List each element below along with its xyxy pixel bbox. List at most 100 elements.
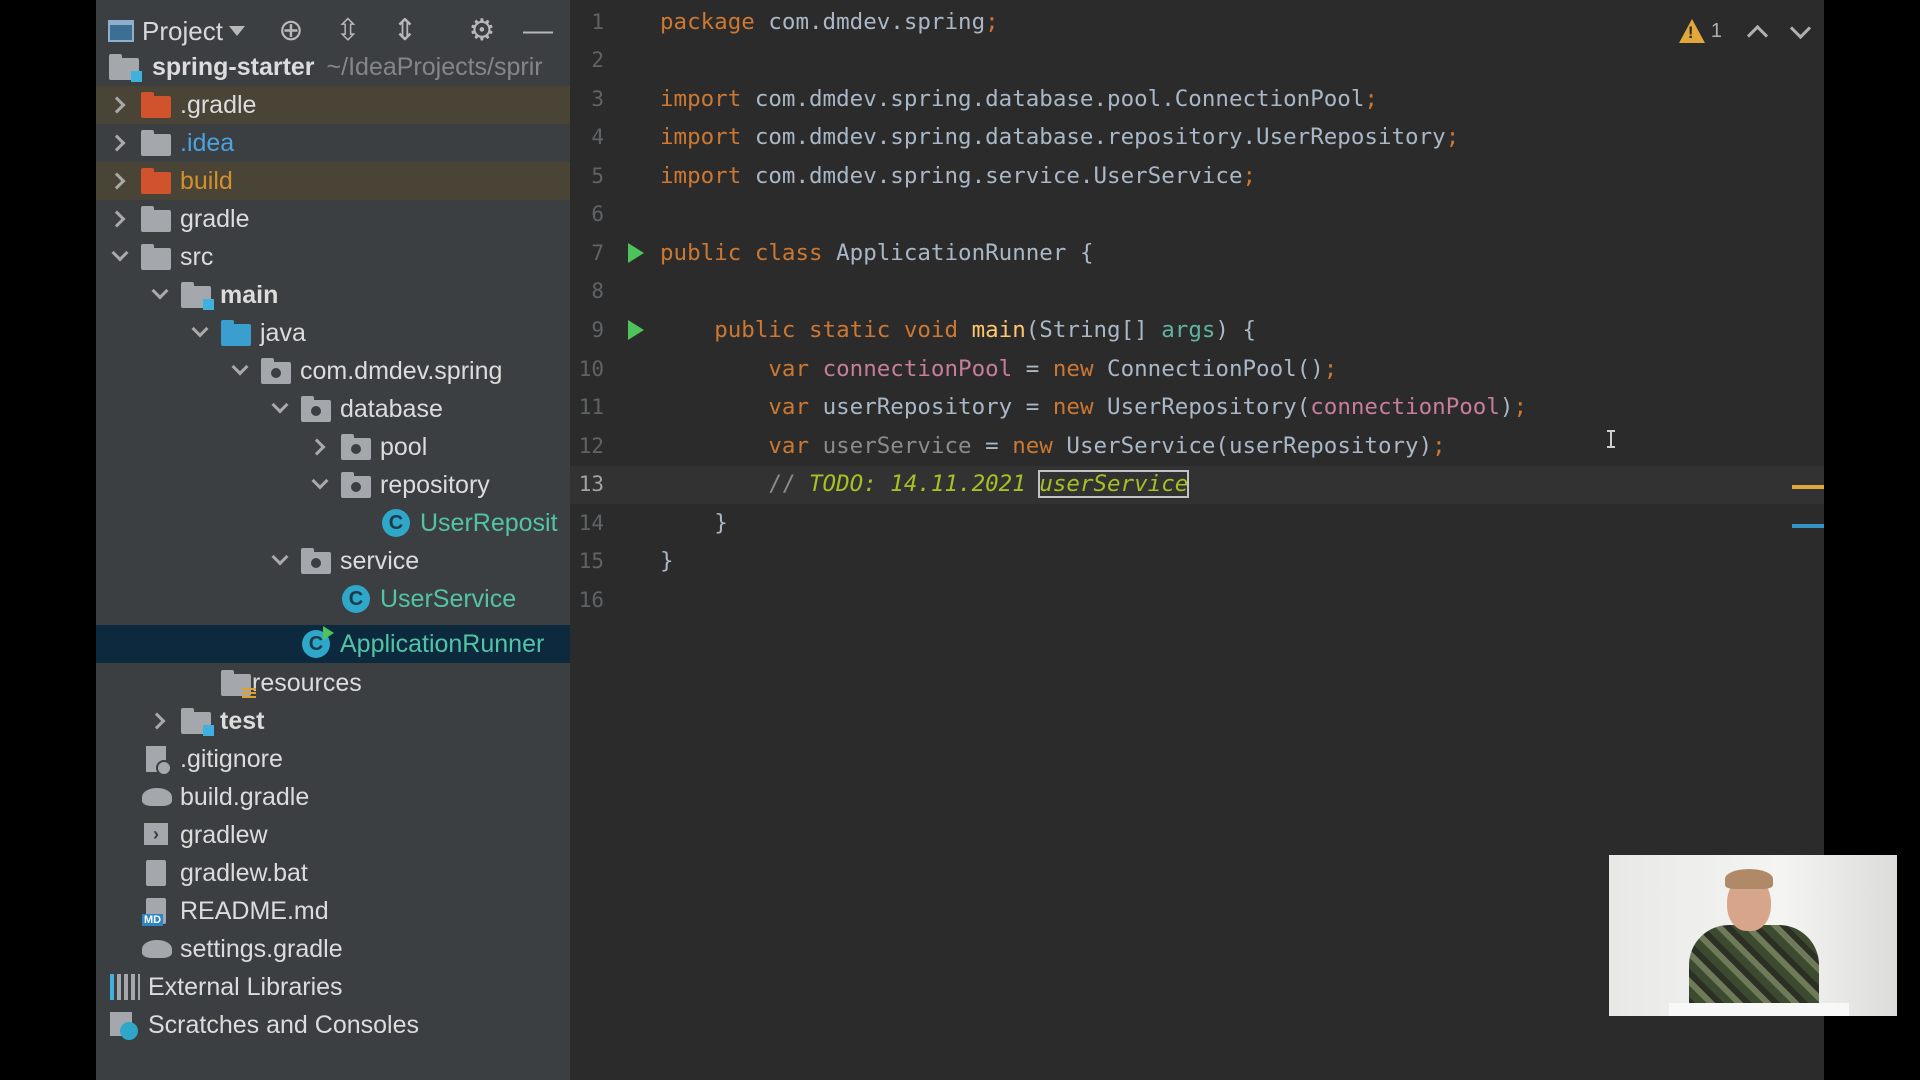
tree-item-dot-idea[interactable]: .idea <box>96 124 570 162</box>
line-number: 12 <box>578 434 604 458</box>
desk <box>1669 1003 1849 1016</box>
tree-item-label: Scratches and Consoles <box>148 1010 419 1039</box>
tree-item-package-pool[interactable]: pool <box>96 428 570 466</box>
code-line-15: } <box>660 548 674 574</box>
line-number: 11 <box>578 395 604 419</box>
minimize-icon[interactable]: — <box>521 14 555 48</box>
gear-icon[interactable]: ⚙ <box>465 14 499 48</box>
tree-item-gradlew[interactable]: › gradlew <box>96 816 570 854</box>
line-number: 7 <box>591 241 604 265</box>
tree-item-dot-gradle[interactable]: .gradle <box>96 86 570 124</box>
tree-item-class-user-service[interactable]: C UserService <box>96 580 570 618</box>
code-line-5: import com.dmdev.spring.service.UserServ… <box>660 163 1257 189</box>
code-line-12: var userService = new UserService(userRe… <box>768 433 1446 459</box>
tree-item-package-database[interactable]: database <box>96 390 570 428</box>
tree-item-scratches[interactable]: Scratches and Consoles <box>96 1006 570 1044</box>
tree-item-build[interactable]: build <box>96 162 570 200</box>
folder-icon <box>140 242 174 272</box>
class-icon: C <box>340 584 374 614</box>
tree-item-package-repository[interactable]: repository <box>96 466 570 504</box>
chevron-down-icon[interactable] <box>148 276 172 314</box>
tree-item-label: service <box>340 546 420 575</box>
tree-item-class-application-runner[interactable]: C ApplicationRunner <box>96 625 570 663</box>
gradle-elephant-icon <box>140 934 174 964</box>
inspection-widget[interactable]: 1 <box>1678 14 1812 48</box>
next-highlight-icon[interactable] <box>1789 17 1812 39</box>
shell-script-icon: › <box>140 820 174 850</box>
chevron-down-icon[interactable] <box>308 466 332 504</box>
tree-item-java[interactable]: java <box>96 314 570 352</box>
library-icon <box>108 972 142 1002</box>
chevron-right-icon[interactable] <box>108 162 132 200</box>
tree-item-label: build.gradle <box>180 782 310 811</box>
dropdown-arrow-icon <box>228 26 245 36</box>
chevron-down-icon[interactable] <box>108 238 132 276</box>
tree-item-label: main <box>220 280 279 309</box>
excluded-folder-icon <box>140 166 174 196</box>
run-main-gutter-icon[interactable] <box>628 320 644 340</box>
line-number: 3 <box>591 87 604 111</box>
chevron-down-icon[interactable] <box>228 352 252 390</box>
line-number: 4 <box>591 125 604 149</box>
chevron-down-icon[interactable] <box>268 542 292 580</box>
chevron-down-icon[interactable] <box>188 314 212 352</box>
collapse-all-icon[interactable]: ⇕ <box>388 14 422 48</box>
tree-item-test[interactable]: test <box>96 702 570 740</box>
tree-item-package-service[interactable]: service <box>96 542 570 580</box>
package-icon <box>340 432 374 462</box>
run-class-gutter-icon[interactable] <box>628 243 644 263</box>
tree-item-label: README.md <box>180 896 329 925</box>
project-view-selector[interactable]: Project <box>108 13 245 49</box>
locate-target-icon[interactable]: ⊕ <box>274 14 308 48</box>
project-view-label: Project <box>142 15 223 46</box>
tree-item-label: database <box>340 394 443 423</box>
chevron-right-icon[interactable] <box>148 702 172 740</box>
line-number: 10 <box>578 357 604 381</box>
editor-gutter[interactable]: 1 2 3 4 5 6 7 8 9 10 11 12 13 14 15 16 <box>570 0 660 1080</box>
tree-item-main[interactable]: main <box>96 276 570 314</box>
line-number-current: 13 <box>578 472 604 496</box>
line-number: 9 <box>591 318 604 342</box>
package-icon <box>340 470 374 500</box>
tree-item-external-libraries[interactable]: External Libraries <box>96 968 570 1006</box>
tree-root-spring-starter[interactable]: spring-starter ~/IdeaProjects/sprir <box>96 48 570 86</box>
tree-item-build-gradle[interactable]: build.gradle <box>96 778 570 816</box>
package-icon <box>300 546 334 576</box>
tree-item-label: gradlew <box>180 820 268 849</box>
chevron-right-icon[interactable] <box>308 428 332 466</box>
source-root-folder-icon <box>180 280 214 310</box>
expand-all-icon[interactable]: ⇳ <box>331 14 365 48</box>
code-line-13-todo: // TODO: 14.11.2021 userService <box>768 470 1190 498</box>
tree-item-label: settings.gradle <box>180 934 343 963</box>
webcam-overlay <box>1609 855 1897 1016</box>
tree-item-readme[interactable]: README.md <box>96 892 570 930</box>
code-line-9: public static void main(String[] args) { <box>714 317 1257 343</box>
tree-item-class-user-repository[interactable]: C UserReposit <box>96 504 570 542</box>
chevron-right-icon[interactable] <box>108 86 132 124</box>
tree-item-gradle[interactable]: gradle <box>96 200 570 238</box>
tree-item-src[interactable]: src <box>96 238 570 276</box>
warning-stripe-mark[interactable] <box>1792 485 1824 489</box>
tree-item-gradlew-bat[interactable]: gradlew.bat <box>96 854 570 892</box>
chevron-right-icon[interactable] <box>108 200 132 238</box>
tree-item-settings-gradle[interactable]: settings.gradle <box>96 930 570 968</box>
chevron-down-icon[interactable] <box>268 390 292 428</box>
code-line-7: public class ApplicationRunner { <box>660 240 1094 266</box>
tree-item-label: src <box>180 242 214 271</box>
code-line-4: import com.dmdev.spring.database.reposit… <box>660 124 1460 150</box>
tree-item-gitignore[interactable]: .gitignore <box>96 740 570 778</box>
todo-stripe-mark[interactable] <box>1792 524 1824 528</box>
previous-highlight-icon[interactable] <box>1746 24 1769 46</box>
test-root-folder-icon <box>180 706 214 736</box>
tree-item-label: build <box>180 166 233 195</box>
tree-item-label: .idea <box>180 128 235 157</box>
tree-item-label: ApplicationRunner <box>340 629 545 658</box>
markdown-file-icon <box>140 896 174 926</box>
tree-item-label: UserReposit <box>420 508 558 537</box>
tree-item-package-com-dmdev-spring[interactable]: com.dmdev.spring <box>96 352 570 390</box>
line-number: 14 <box>578 511 604 535</box>
chevron-right-icon[interactable] <box>108 124 132 162</box>
live-template-variable[interactable]: userService <box>1038 470 1190 498</box>
source-folder-icon <box>220 318 254 348</box>
tree-item-resources[interactable]: resources <box>96 664 570 702</box>
